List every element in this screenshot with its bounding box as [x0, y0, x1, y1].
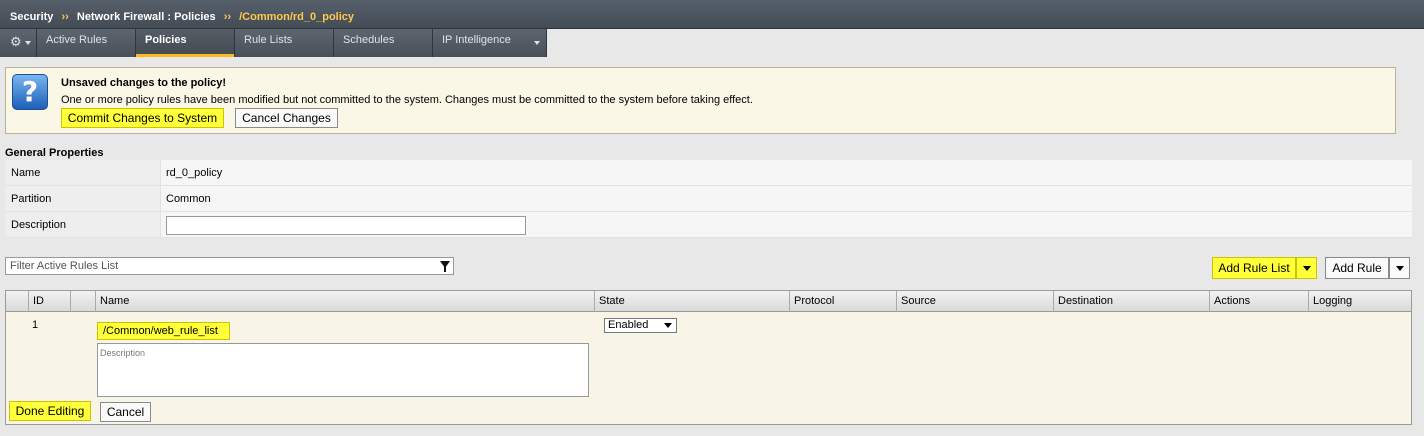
property-label: Description — [5, 212, 161, 237]
notice-title: Unsaved changes to the policy! — [61, 77, 227, 89]
breadcrumb: Security ›› Network Firewall : Policies … — [0, 0, 1424, 29]
rule-state-select[interactable]: Enabled — [604, 318, 677, 333]
column-header-id[interactable]: ID — [28, 291, 70, 312]
tab-policies[interactable]: Policies — [136, 29, 235, 57]
cancel-changes-button[interactable]: Cancel Changes — [235, 108, 338, 128]
rule-id: 1 — [32, 319, 39, 331]
general-properties-table: Name rd_0_policy Partition Common Descri… — [5, 160, 1412, 238]
property-label: Partition — [5, 186, 161, 211]
column-header-name[interactable]: Name — [95, 291, 594, 312]
grid-select-column[interactable] — [6, 291, 28, 312]
chevron-down-icon — [1303, 266, 1311, 271]
rules-grid: ID Name State Protocol Source Destinatio… — [5, 290, 1412, 425]
column-header-protocol[interactable]: Protocol — [789, 291, 896, 312]
commit-changes-button[interactable]: Commit Changes to System — [61, 108, 224, 128]
filter-placeholder: Filter Active Rules List — [10, 260, 119, 272]
tab-ip-intelligence-label: IP Intelligence — [442, 34, 511, 46]
column-header-state[interactable]: State — [594, 291, 789, 312]
chevron-down-icon — [664, 323, 672, 328]
done-editing-button[interactable]: Done Editing — [9, 401, 91, 421]
tab-rule-lists[interactable]: Rule Lists — [235, 29, 334, 57]
breadcrumb-separator: ›› — [223, 11, 232, 23]
rule-state-value: Enabled — [608, 319, 649, 331]
property-row-description: Description — [5, 212, 1412, 238]
general-properties-title: General Properties — [5, 147, 104, 159]
breadcrumb-current: /Common/rd_0_policy — [239, 11, 355, 23]
cancel-edit-button[interactable]: Cancel — [100, 402, 151, 422]
column-header-blank — [70, 291, 95, 312]
column-header-logging[interactable]: Logging — [1308, 291, 1411, 312]
description-input[interactable] — [166, 216, 526, 235]
column-header-source[interactable]: Source — [896, 291, 1053, 312]
chevron-down-icon — [534, 41, 540, 45]
breadcrumb-root[interactable]: Security — [10, 11, 53, 23]
description-cell — [161, 212, 1412, 237]
filter-funnel-icon[interactable] — [440, 261, 450, 272]
gear-icon: ⚙ — [10, 34, 22, 49]
tab-bar: ⚙ Active Rules Policies Rule Lists Sched… — [0, 29, 547, 57]
grid-header: ID Name State Protocol Source Destinatio… — [6, 291, 1411, 312]
policy-name-value: rd_0_policy — [161, 160, 1412, 185]
breadcrumb-separator: ›› — [61, 11, 69, 23]
add-rule-button[interactable]: Add Rule — [1325, 257, 1389, 279]
unsaved-changes-notice: ? Unsaved changes to the policy! One or … — [5, 67, 1396, 134]
add-rule-list-button[interactable]: Add Rule List — [1212, 257, 1296, 279]
breadcrumb-section[interactable]: Network Firewall : Policies — [77, 11, 216, 23]
rule-description-textarea[interactable]: Description — [97, 343, 589, 397]
partition-value: Common — [161, 186, 1412, 211]
column-header-destination[interactable]: Destination — [1053, 291, 1209, 312]
chevron-down-icon — [1396, 266, 1404, 271]
add-rule-list-dropdown-button[interactable] — [1296, 257, 1317, 279]
rule-name-input[interactable]: /Common/web_rule_list — [97, 322, 230, 340]
property-row-partition: Partition Common — [5, 186, 1412, 212]
filter-active-rules-input[interactable]: Filter Active Rules List — [5, 257, 454, 275]
property-row-name: Name rd_0_policy — [5, 160, 1412, 186]
help-question-icon: ? — [12, 74, 48, 110]
chevron-down-icon — [24, 41, 31, 46]
notice-message: One or more policy rules have been modif… — [61, 94, 753, 106]
tab-schedules[interactable]: Schedules — [334, 29, 433, 57]
add-rule-dropdown-button[interactable] — [1389, 257, 1410, 279]
tab-active-rules[interactable]: Active Rules — [37, 29, 136, 57]
tab-ip-intelligence[interactable]: IP Intelligence — [433, 29, 547, 57]
column-header-actions[interactable]: Actions — [1209, 291, 1308, 312]
property-label: Name — [5, 160, 161, 185]
gear-menu-button[interactable]: ⚙ — [0, 29, 37, 57]
